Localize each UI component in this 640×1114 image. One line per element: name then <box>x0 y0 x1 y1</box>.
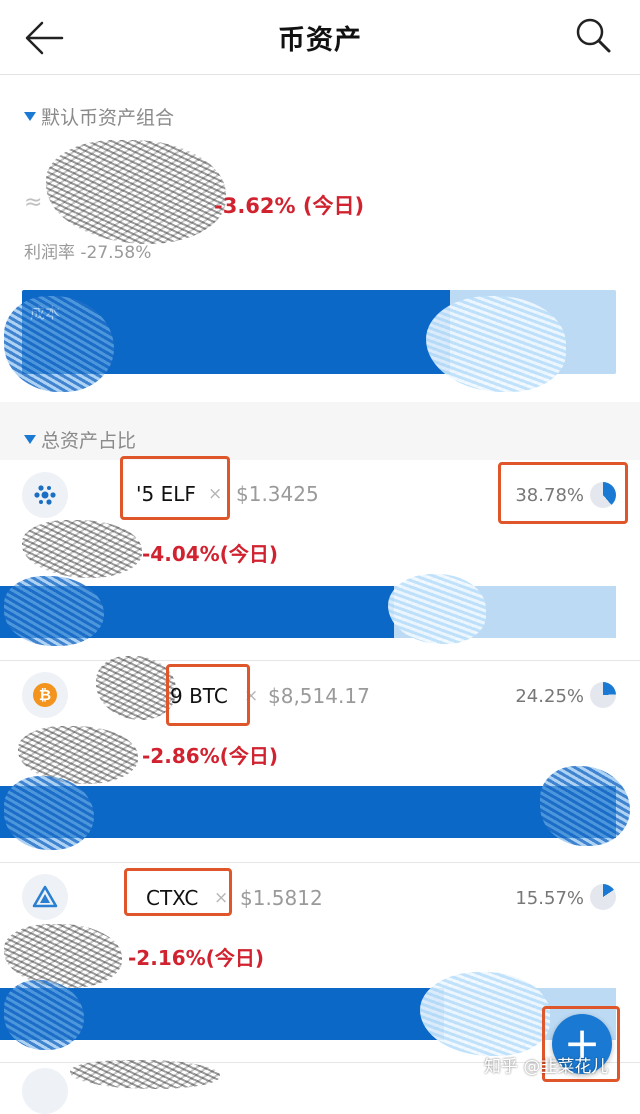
redaction-scribble <box>46 140 226 244</box>
asset-percentage: 15.57% <box>515 888 584 909</box>
approx-symbol: ≈ <box>24 190 43 215</box>
next-coin-icon <box>22 1068 68 1114</box>
redaction-scribble <box>70 1060 220 1089</box>
profit-rate: 利润率 -27.58% <box>24 243 152 263</box>
allocation-section-label: 总资产占比 <box>41 430 137 452</box>
svg-text:₿: ₿ <box>39 686 51 704</box>
asset-percentage: 24.25% <box>515 686 584 707</box>
redaction-scribble <box>4 924 122 988</box>
redaction-scribble <box>420 972 550 1056</box>
top-bar: 币资产 <box>0 0 640 75</box>
highlight-box <box>166 664 250 726</box>
asset-today-change: -2.16%(今日) <box>128 946 264 970</box>
asset-row-elf[interactable]: '5 ELF × $1.3425 38.78% -4.04%(今日) <box>0 456 640 661</box>
redaction-scribble <box>540 766 630 846</box>
search-button[interactable] <box>574 16 614 56</box>
bitcoin-icon: ₿ <box>22 672 68 718</box>
asset-price: $1.3425 <box>236 482 319 506</box>
collapse-triangle-icon <box>24 112 36 121</box>
asset-today-change: -4.04%(今日) <box>142 542 278 566</box>
asset-price: $1.5812 <box>240 886 323 910</box>
highlight-box <box>124 868 232 916</box>
watermark: 知乎 @韭菜花儿 <box>484 1057 609 1077</box>
search-icon <box>576 18 611 53</box>
highlight-box <box>120 456 230 520</box>
asset-price: $8,514.17 <box>268 684 370 708</box>
allocation-section-header[interactable]: 总资产占比 <box>0 402 640 460</box>
asset-today-change: -2.86%(今日) <box>142 744 278 768</box>
allocation-pie-icon <box>590 884 616 910</box>
cortex-triangle-icon <box>22 874 68 920</box>
elf-dots-icon <box>22 472 68 518</box>
page-title: 币资产 <box>278 25 362 56</box>
highlight-box <box>498 462 628 524</box>
portfolio-section-header[interactable]: 默认币资产组合 <box>0 75 640 133</box>
allocation-pie-icon <box>590 682 616 708</box>
portfolio-section-label: 默认币资产组合 <box>41 107 175 129</box>
collapse-triangle-icon <box>24 435 36 444</box>
asset-row-btc[interactable]: ₿ 9 BTC × $8,514.17 24.25% -2.86%(今日) <box>0 656 640 863</box>
redaction-scribble <box>22 520 142 578</box>
portfolio-today-change: -3.62% (今日) <box>214 194 365 218</box>
redaction-scribble <box>96 656 176 720</box>
redaction-scribble <box>426 296 566 392</box>
